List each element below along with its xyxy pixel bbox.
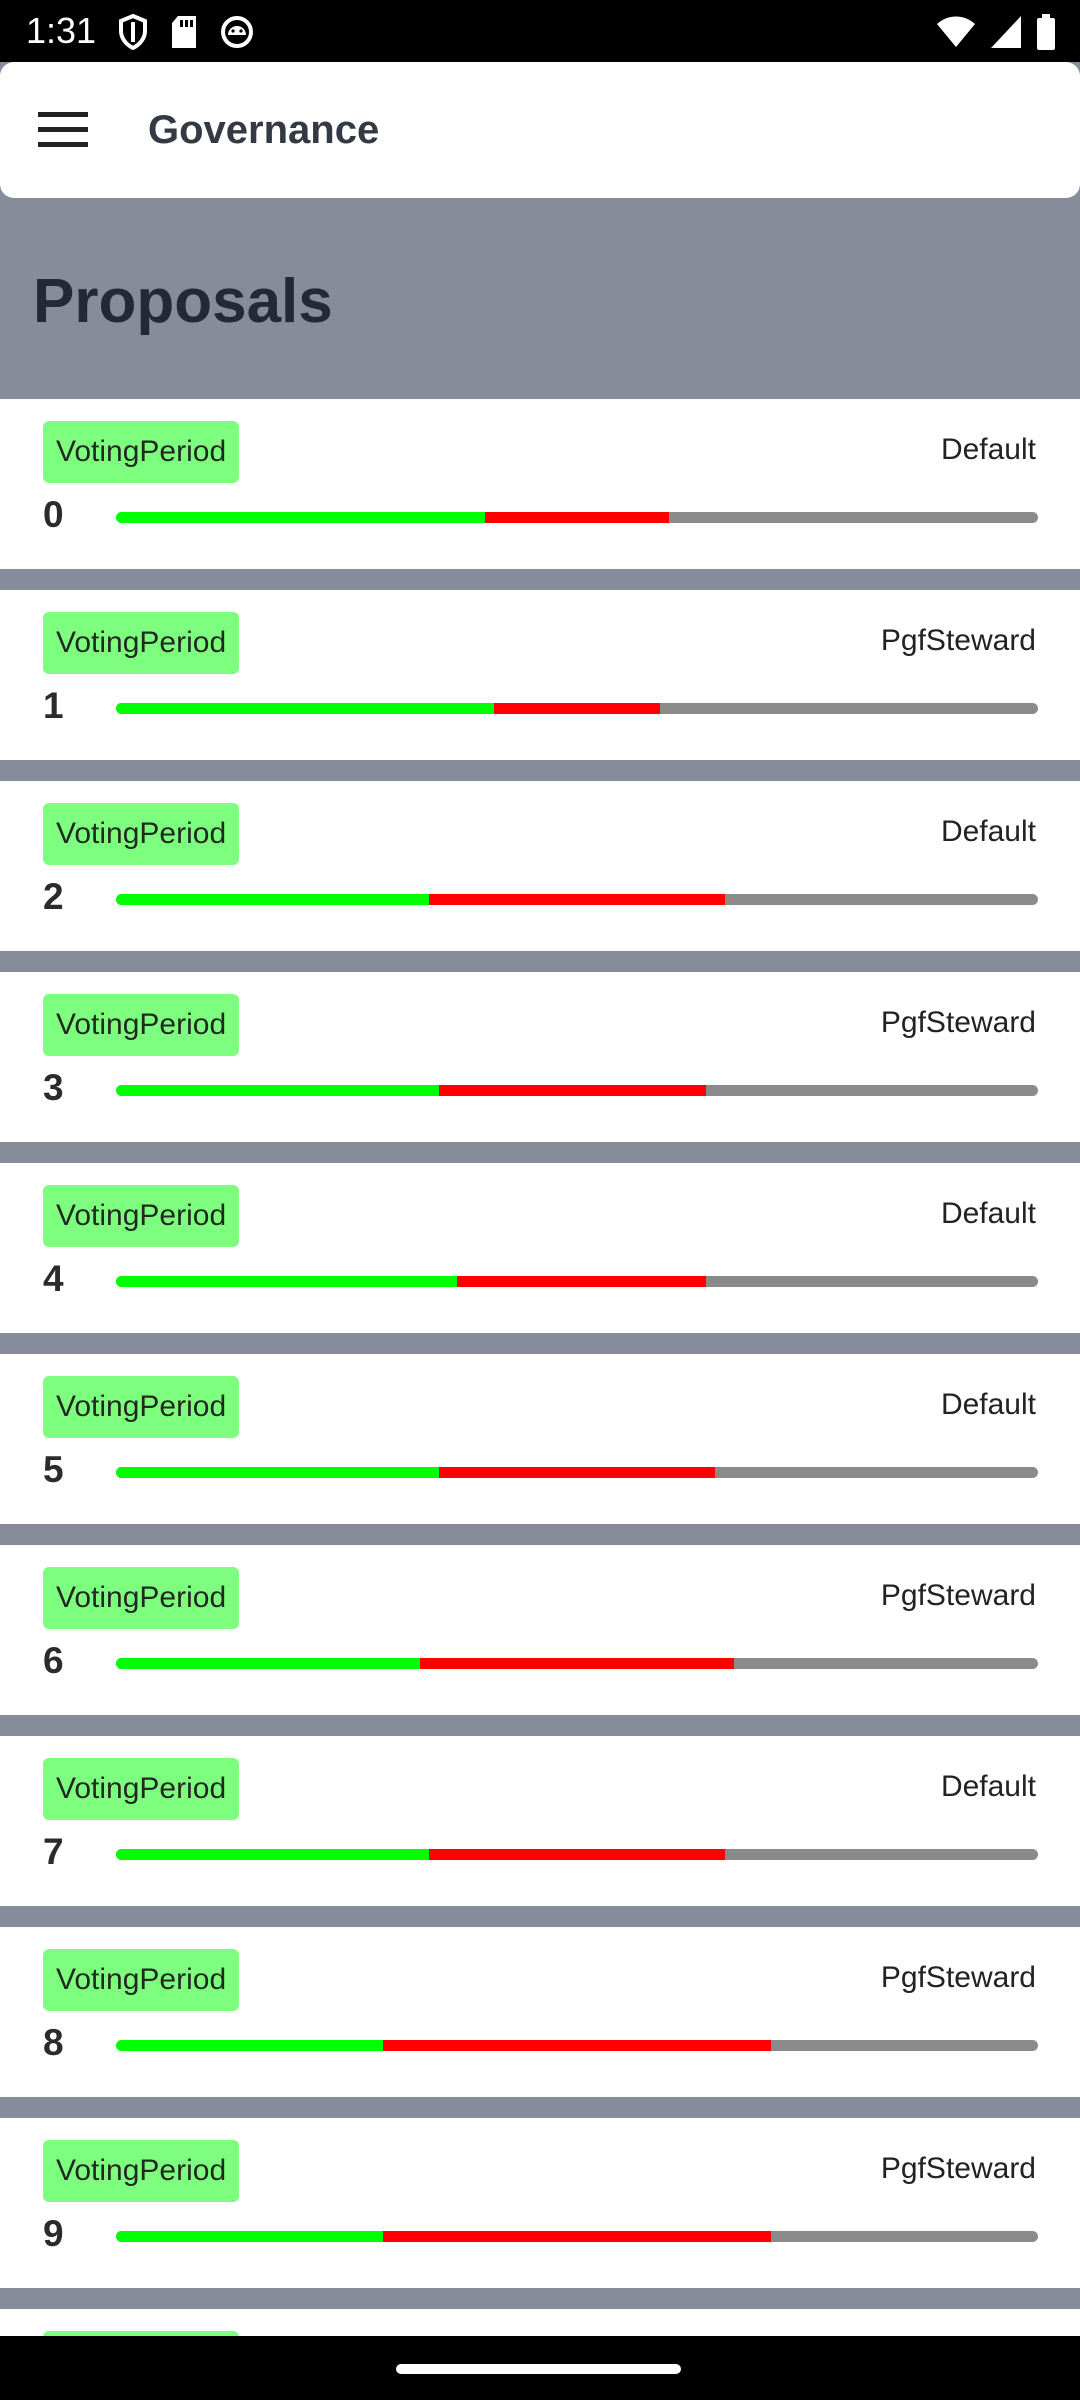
vote-tally-bar: [116, 703, 1038, 714]
vote-tally-bar: [116, 1276, 1038, 1287]
proposal-id: 3: [43, 1067, 64, 1108]
proposal-type-label: PgfSteward: [880, 2152, 1036, 2185]
vote-no-segment: [429, 1849, 725, 1860]
vote-tally-bar: [116, 1467, 1038, 1478]
proposal-type-label: PgfSteward: [880, 1961, 1036, 1994]
proposal-card[interactable]: VotingPeriod Default 4: [0, 1163, 1080, 1333]
proposal-id: 2: [43, 876, 64, 917]
status-right-icons: [936, 12, 1056, 52]
vote-yes-segment: [116, 894, 430, 905]
vote-tally-bar: [116, 2231, 1038, 2242]
vote-no-segment: [494, 703, 660, 714]
status-left-icons: [118, 12, 254, 52]
vote-tally-bar: [116, 894, 1038, 905]
proposal-id: 8: [43, 2022, 64, 2063]
proposal-card[interactable]: VotingPeriod Default 7: [0, 1736, 1080, 1906]
proposal-id: 1: [43, 685, 64, 726]
menu-button[interactable]: [0, 62, 126, 198]
proposal-id: 7: [43, 1831, 64, 1872]
vote-no-segment: [457, 1276, 707, 1287]
vote-tally-bar: [116, 2040, 1038, 2051]
vote-yes-segment: [116, 1467, 439, 1478]
proposal-id: 0: [43, 494, 64, 535]
app-title: Governance: [148, 107, 380, 152]
proposal-card[interactable]: VotingPeriod PgfSteward 1: [0, 590, 1080, 760]
vote-yes-segment: [116, 1085, 439, 1096]
proposal-card[interactable]: VotingPeriod PgfSteward 9: [0, 2118, 1080, 2288]
shield-icon: [119, 14, 147, 50]
vote-no-segment: [484, 512, 670, 523]
sd-card-icon: [172, 16, 196, 48]
vote-yes-segment: [116, 1658, 421, 1669]
status-badge: VotingPeriod: [43, 421, 240, 483]
proposal-card[interactable]: VotingPeriod Default 2: [0, 781, 1080, 951]
status-badge: VotingPeriod: [43, 803, 240, 865]
proposal-id: 4: [43, 1258, 64, 1299]
vote-no-segment: [429, 894, 725, 905]
proposal-card[interactable]: VotingPeriod PgfSteward 3: [0, 972, 1080, 1142]
status-badge: VotingPeriod: [43, 1567, 240, 1629]
vote-tally-bar: [116, 512, 1038, 523]
vote-no-segment: [438, 1085, 707, 1096]
status-bar: 1:31: [0, 0, 1080, 62]
status-badge: VotingPeriod: [43, 1758, 240, 1820]
proposal-id: 6: [43, 1640, 64, 1681]
wifi-icon: [937, 16, 975, 47]
app-bar: Governance: [0, 62, 1080, 198]
proposal-card[interactable]: VotingPeriod Default 5: [0, 1354, 1080, 1524]
vote-yes-segment: [116, 1849, 430, 1860]
proposal-card[interactable]: VotingPeriod: [0, 2309, 1080, 2336]
vote-no-segment: [420, 1658, 734, 1669]
status-badge: VotingPeriod: [43, 2140, 240, 2202]
status-badge: VotingPeriod: [43, 612, 240, 674]
vote-yes-segment: [116, 2231, 384, 2242]
section-title: Proposals: [33, 267, 333, 336]
proposal-id: 9: [43, 2213, 64, 2254]
proposal-type-label: Default: [940, 1388, 1036, 1421]
home-gesture-handle[interactable]: [396, 2364, 681, 2374]
vote-yes-segment: [116, 703, 495, 714]
vote-yes-segment: [116, 2040, 384, 2051]
proposal-type-label: Default: [940, 433, 1036, 466]
proposal-type-label: PgfSteward: [880, 1006, 1036, 1039]
status-time: 1:31: [26, 10, 97, 51]
vote-tally-bar: [116, 1849, 1038, 1860]
signal-icon: [991, 16, 1021, 48]
status-badge: VotingPeriod: [43, 1185, 240, 1247]
vote-yes-segment: [116, 512, 485, 523]
navigation-bar: [0, 2336, 1080, 2400]
proposal-type-label: Default: [940, 815, 1036, 848]
proposal-card[interactable]: VotingPeriod PgfSteward 6: [0, 1545, 1080, 1715]
vote-tally-bar: [116, 1085, 1038, 1096]
vote-no-segment: [438, 1467, 716, 1478]
proposal-type-label: Default: [940, 1197, 1036, 1230]
vote-no-segment: [383, 2040, 771, 2051]
proposal-card[interactable]: VotingPeriod Default 0: [0, 399, 1080, 569]
proposal-list: VotingPeriod Default 0 VotingPeriod PgfStewa…: [0, 399, 1080, 2336]
vote-no-segment: [383, 2231, 771, 2242]
proposal-card[interactable]: VotingPeriod PgfSteward 8: [0, 1927, 1080, 2097]
proposal-type-label: PgfSteward: [880, 624, 1036, 657]
vote-tally-bar: [116, 1658, 1038, 1669]
android-debug-icon: [221, 16, 253, 48]
proposal-type-label: Default: [940, 1770, 1036, 1803]
status-badge: VotingPeriod: [43, 1949, 240, 2011]
vote-yes-segment: [116, 1276, 458, 1287]
proposal-type-label: PgfSteward: [880, 1579, 1036, 1612]
hamburger-menu-icon: [38, 112, 88, 147]
battery-icon: [1037, 14, 1055, 50]
status-badge: VotingPeriod: [43, 1376, 240, 1438]
governance-screen: Governance Proposals VotingPeriod Default…: [0, 62, 1080, 2336]
status-badge: VotingPeriod: [43, 994, 240, 1056]
proposal-id: 5: [43, 1449, 64, 1490]
